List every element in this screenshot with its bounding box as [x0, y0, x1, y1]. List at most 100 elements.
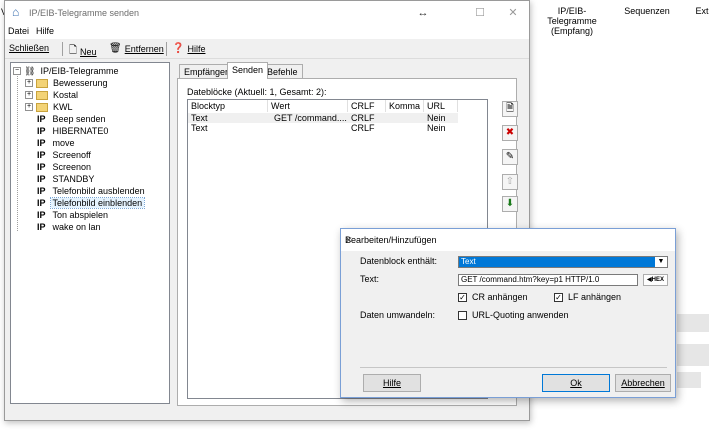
column-header[interactable]: CRLF: [348, 100, 386, 112]
close-tool-button[interactable]: Schließen: [9, 43, 49, 53]
background-tab-eib-empfang[interactable]: IP/EIB-Telegramme (Empfang): [533, 6, 611, 36]
ip-badge: IP: [37, 138, 46, 148]
tree-root[interactable]: − ⛓ IP/EIB-Telegramme: [13, 65, 120, 77]
move-up-button[interactable]: ⇧: [502, 174, 518, 190]
new-button[interactable]: 🗋 Neu: [69, 43, 97, 60]
tree-root-label: IP/EIB-Telegramme: [40, 66, 119, 76]
tree-item-label: wake on lan: [52, 222, 101, 232]
cr-checkbox[interactable]: ✓ CR anhängen: [458, 292, 528, 302]
tree-item[interactable]: IP HIBERNATE0: [37, 125, 110, 137]
collapse-icon: −: [13, 67, 21, 75]
move-icon[interactable]: ↔: [410, 4, 436, 22]
background-shape: [677, 314, 709, 332]
dialog-divider: [360, 367, 667, 368]
background-shape: [677, 344, 709, 366]
title-bar[interactable]: ⌂ IP/EIB-Telegramme senden ↔ ☐ ✕: [5, 1, 529, 25]
tree-item-selected[interactable]: IP Telefonbild einblenden: [37, 197, 146, 209]
ip-badge: IP: [37, 210, 46, 220]
folder-icon: [36, 90, 48, 100]
network-icon: ⛓: [24, 65, 36, 76]
blocks-label: Dateblöcke (Aktuell: 1, Gesamt: 2):: [187, 87, 327, 97]
tree-item-label: Screenon: [52, 162, 92, 172]
column-header[interactable]: Wert: [268, 100, 348, 112]
ip-badge: IP: [37, 162, 46, 172]
table-row[interactable]: Text CRLF Nein: [188, 123, 458, 133]
edit-icon: ✎: [505, 151, 515, 162]
datablock-label: Datenblock enthält:: [360, 256, 438, 266]
remove-button[interactable]: 🗑 Entfernen: [109, 43, 164, 54]
tree-item[interactable]: IP move: [37, 137, 77, 149]
dialog-title-bar[interactable]: Bearbeiten/Hinzufügen ✕: [341, 229, 675, 251]
delete-icon: ✖: [505, 127, 515, 138]
tab-empfaenger[interactable]: Empfänger: [179, 64, 234, 78]
convert-label: Daten umwandeln:: [360, 310, 436, 320]
menu-datei[interactable]: Datei: [8, 26, 29, 36]
background-shape: [677, 372, 701, 388]
tree-item[interactable]: IP Telefonbild ausblenden: [37, 185, 147, 197]
dialog-help-button[interactable]: Hilfe: [363, 374, 421, 392]
expand-icon: +: [25, 103, 33, 111]
cell-crlf: CRLF: [351, 113, 375, 123]
background-tab-ext[interactable]: Ext: [692, 6, 709, 16]
tree-item[interactable]: IP Screenon: [37, 161, 93, 173]
arrow-down-icon: ⬇: [505, 198, 515, 209]
add-block-button[interactable]: 🗎: [502, 101, 518, 117]
telegram-tree[interactable]: − ⛓ IP/EIB-Telegramme + Bewesserung + Ko…: [10, 62, 170, 404]
tree-folder-kwl[interactable]: + KWL: [25, 101, 75, 113]
expand-icon: +: [25, 79, 33, 87]
datablock-select[interactable]: Text ▼: [458, 256, 668, 268]
folder-icon: [36, 102, 48, 112]
ip-badge: IP: [37, 222, 46, 232]
tree-item[interactable]: IP Beep senden: [37, 113, 108, 125]
tab-befehle[interactable]: Befehle: [262, 64, 303, 78]
window-title: IP/EIB-Telegramme senden: [29, 8, 140, 18]
dialog-close-button[interactable]: ✕: [345, 235, 667, 246]
toolbar-divider: [62, 42, 63, 56]
column-header[interactable]: URL: [424, 100, 458, 112]
tree-item[interactable]: IP Screenoff: [37, 149, 93, 161]
tree-item-label: Screenoff: [52, 150, 91, 160]
tree-item[interactable]: IP wake on lan: [37, 221, 103, 233]
hex-button[interactable]: ◀HEX: [643, 274, 668, 286]
folder-label: Kostal: [53, 90, 79, 100]
tree-item-label: move: [52, 138, 75, 148]
ip-badge: IP: [37, 114, 46, 124]
lf-label: LF anhängen: [568, 292, 622, 302]
cancel-button[interactable]: Abbrechen: [615, 374, 671, 392]
toolbar: Schließen 🗋 Neu 🗑 Entfernen ❓ Hilfe: [5, 39, 529, 59]
cr-label: CR anhängen: [472, 292, 528, 302]
tree-item-label: Ton abspielen: [52, 210, 109, 220]
cell-wert: GET /command....: [274, 113, 347, 123]
tree-item-label: STANDBY: [52, 174, 95, 184]
ip-badge: IP: [37, 150, 46, 160]
close-window-button[interactable]: ✕: [500, 4, 526, 22]
background-tab-sequenzen[interactable]: Sequenzen: [623, 6, 671, 16]
tree-folder-bewesserung[interactable]: + Bewesserung: [25, 77, 110, 89]
ok-button[interactable]: Ok: [542, 374, 610, 392]
cell-url: Nein: [427, 113, 446, 123]
tab-senden[interactable]: Senden: [227, 62, 269, 79]
checkbox-unchecked-icon: [458, 310, 467, 320]
tree-item[interactable]: IP STANDBY: [37, 173, 96, 185]
table-row[interactable]: Text GET /command.... CRLF Nein: [188, 113, 458, 123]
edit-block-button[interactable]: ✎: [502, 149, 518, 165]
trash-icon: 🗑: [109, 43, 122, 54]
delete-block-button[interactable]: ✖: [502, 125, 518, 141]
lf-checkbox[interactable]: ✓ LF anhängen: [554, 292, 621, 302]
datablock-value: Text: [459, 257, 655, 267]
chevron-down-icon: ▼: [657, 258, 665, 265]
url-quoting-checkbox[interactable]: URL-Quoting anwenden: [458, 310, 569, 320]
maximize-button[interactable]: ☐: [467, 4, 493, 22]
help-icon: ❓: [172, 43, 185, 54]
move-down-button[interactable]: ⬇: [502, 196, 518, 212]
checkbox-checked-icon: ✓: [458, 292, 467, 302]
help-button[interactable]: ❓ Hilfe: [172, 43, 205, 54]
menu-hilfe[interactable]: Hilfe: [36, 26, 54, 36]
column-header[interactable]: Blocktyp: [188, 100, 268, 112]
url-quoting-label: URL-Quoting anwenden: [472, 310, 569, 320]
tree-folder-kostal[interactable]: + Kostal: [25, 89, 80, 101]
text-input[interactable]: GET /command.htm?key=p1 HTTP/1.0: [458, 274, 638, 286]
column-header[interactable]: Komma: [386, 100, 424, 112]
tree-item[interactable]: IP Ton abspielen: [37, 209, 110, 221]
menu-bar: Datei Hilfe: [5, 25, 529, 39]
